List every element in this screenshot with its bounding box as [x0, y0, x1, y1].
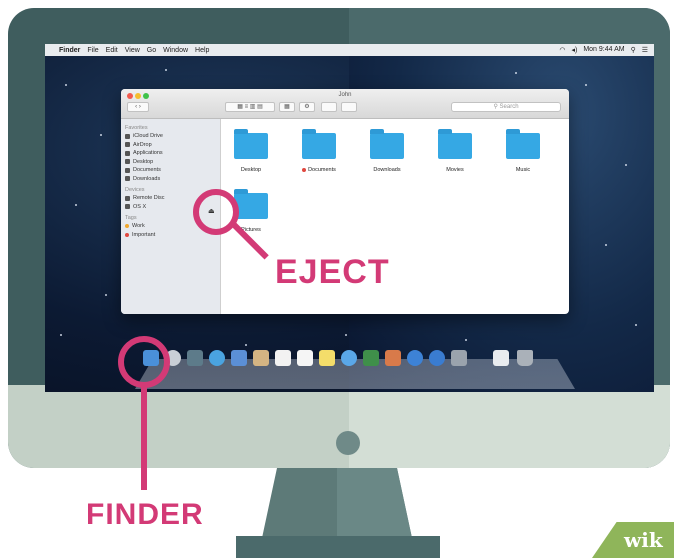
finder-callout-line [141, 386, 147, 490]
arrange-button[interactable]: ▦ [279, 102, 295, 112]
mission-control-dock-icon[interactable] [187, 350, 203, 366]
system-preferences-dock-icon[interactable] [451, 350, 467, 366]
status-area: ◠ ◂) Mon 9:44 AM ⚲ ☰ [559, 46, 648, 54]
trash-dock-icon[interactable] [517, 350, 533, 366]
safari-dock-icon[interactable] [209, 350, 225, 366]
finder-callout-ring [118, 336, 170, 388]
sidebar-item-applications[interactable]: Applications [125, 149, 220, 158]
menu-view[interactable]: View [125, 47, 140, 54]
reminders-dock-icon[interactable] [297, 350, 313, 366]
view-mode-buttons[interactable]: ▦ ≡ ▥ ▤ [225, 102, 275, 112]
sidebar-item-label: iCloud Drive [133, 133, 163, 140]
disc-icon [125, 195, 130, 201]
folder-documents[interactable]: Documents [299, 129, 339, 173]
tags-button[interactable] [341, 102, 357, 112]
monitor-stand-shade [337, 468, 412, 538]
sidebar-item-label: Work [132, 223, 145, 230]
sidebar-item-label: Applications [133, 150, 163, 157]
folder-desktop[interactable]: Desktop [231, 129, 271, 173]
menu-edit[interactable]: Edit [106, 47, 118, 54]
folder-label: Movies [446, 167, 464, 173]
desktop-icon [125, 159, 130, 165]
tag-dot-icon [302, 167, 307, 172]
folder-label: Documents [308, 167, 336, 173]
folder-label: Music [515, 167, 531, 173]
share-button[interactable] [321, 102, 337, 112]
finder-content: Desktop Documents Downloads Movies Music… [221, 119, 569, 314]
download-icon [125, 176, 130, 182]
sidebar-item-label: Downloads [133, 175, 161, 182]
menu-file[interactable]: File [87, 47, 98, 54]
sidebar-item-airdrop[interactable]: AirDrop [125, 141, 220, 150]
volume-icon[interactable]: ◂) [571, 46, 577, 54]
action-gear-button[interactable]: ⚙ [299, 102, 315, 112]
folder-icon [438, 129, 472, 159]
menu-bar: Finder File Edit View Go Window Help ◠ ◂… [45, 44, 654, 56]
sidebar-item-documents[interactable]: Documents [125, 166, 220, 175]
apple-logo-button [336, 431, 360, 455]
spotlight-icon[interactable]: ⚲ [631, 46, 636, 54]
document-icon [125, 167, 130, 173]
folder-icon [506, 129, 540, 159]
sidebar-item-label: Documents [133, 167, 161, 174]
calendar-dock-icon[interactable] [275, 350, 291, 366]
folder-icon [234, 189, 268, 219]
watermark-text: wik [624, 528, 663, 552]
sidebar-item-label: Important [132, 231, 156, 238]
app-store-dock-icon[interactable] [429, 350, 445, 366]
tag-dot-icon [125, 224, 129, 229]
airdrop-icon [125, 142, 130, 148]
menu-window[interactable]: Window [163, 47, 188, 54]
notes-dock-icon[interactable] [319, 350, 335, 366]
eject-label: EJECT [275, 253, 390, 291]
sidebar-item-label: Desktop [133, 158, 154, 165]
sidebar-header-favorites: Favorites [125, 125, 148, 131]
illustration: Finder File Edit View Go Window Help ◠ ◂… [0, 0, 674, 558]
sidebar-item-label: Remote Disc [133, 195, 165, 202]
folder-movies[interactable]: Movies [435, 129, 475, 173]
hard-drive-icon [125, 204, 130, 210]
folder-label: Desktop [240, 167, 262, 173]
folder-icon [234, 129, 268, 159]
cloud-icon [125, 133, 130, 139]
sidebar-item-desktop[interactable]: Desktop [125, 158, 220, 167]
sidebar-item-label: OS X [133, 203, 147, 210]
menu-finder[interactable]: Finder [59, 47, 80, 54]
menu-go[interactable]: Go [147, 47, 156, 54]
applications-icon [125, 150, 130, 156]
eject-callout-ring [193, 189, 239, 235]
finder-label: FINDER [86, 498, 204, 531]
sidebar-item-icloud-drive[interactable]: iCloud Drive [125, 132, 220, 141]
messages-dock-icon[interactable] [341, 350, 357, 366]
mail-dock-icon[interactable] [231, 350, 247, 366]
finder-titlebar: John ‹ › ▦ ≡ ▥ ▤ ▦ ⚙ ⚲ Search [121, 89, 569, 119]
notification-center-icon[interactable]: ☰ [642, 46, 648, 54]
tag-dot-icon [125, 232, 129, 237]
document-dock-icon[interactable] [493, 350, 509, 366]
photos-dock-icon[interactable] [385, 350, 401, 366]
monitor-foot [236, 536, 440, 558]
sidebar-item-label: AirDrop [133, 141, 152, 148]
window-title: John [338, 92, 352, 98]
folder-label: Downloads [373, 167, 401, 173]
itunes-dock-icon[interactable] [407, 350, 423, 366]
sidebar-item-downloads[interactable]: Downloads [125, 175, 220, 184]
folder-icon [302, 129, 336, 159]
contacts-dock-icon[interactable] [253, 350, 269, 366]
folder-music[interactable]: Music [503, 129, 543, 173]
folder-downloads[interactable]: Downloads [367, 129, 407, 173]
back-forward-buttons[interactable]: ‹ › [127, 102, 149, 112]
wifi-icon[interactable]: ◠ [559, 46, 565, 54]
menubar-clock[interactable]: Mon 9:44 AM [583, 46, 624, 54]
menu-help[interactable]: Help [195, 47, 209, 54]
search-placeholder: Search [499, 104, 519, 110]
folder-icon [370, 129, 404, 159]
facetime-dock-icon[interactable] [363, 350, 379, 366]
monitor-chin-shade [349, 385, 670, 468]
search-field[interactable]: ⚲ Search [451, 102, 561, 112]
